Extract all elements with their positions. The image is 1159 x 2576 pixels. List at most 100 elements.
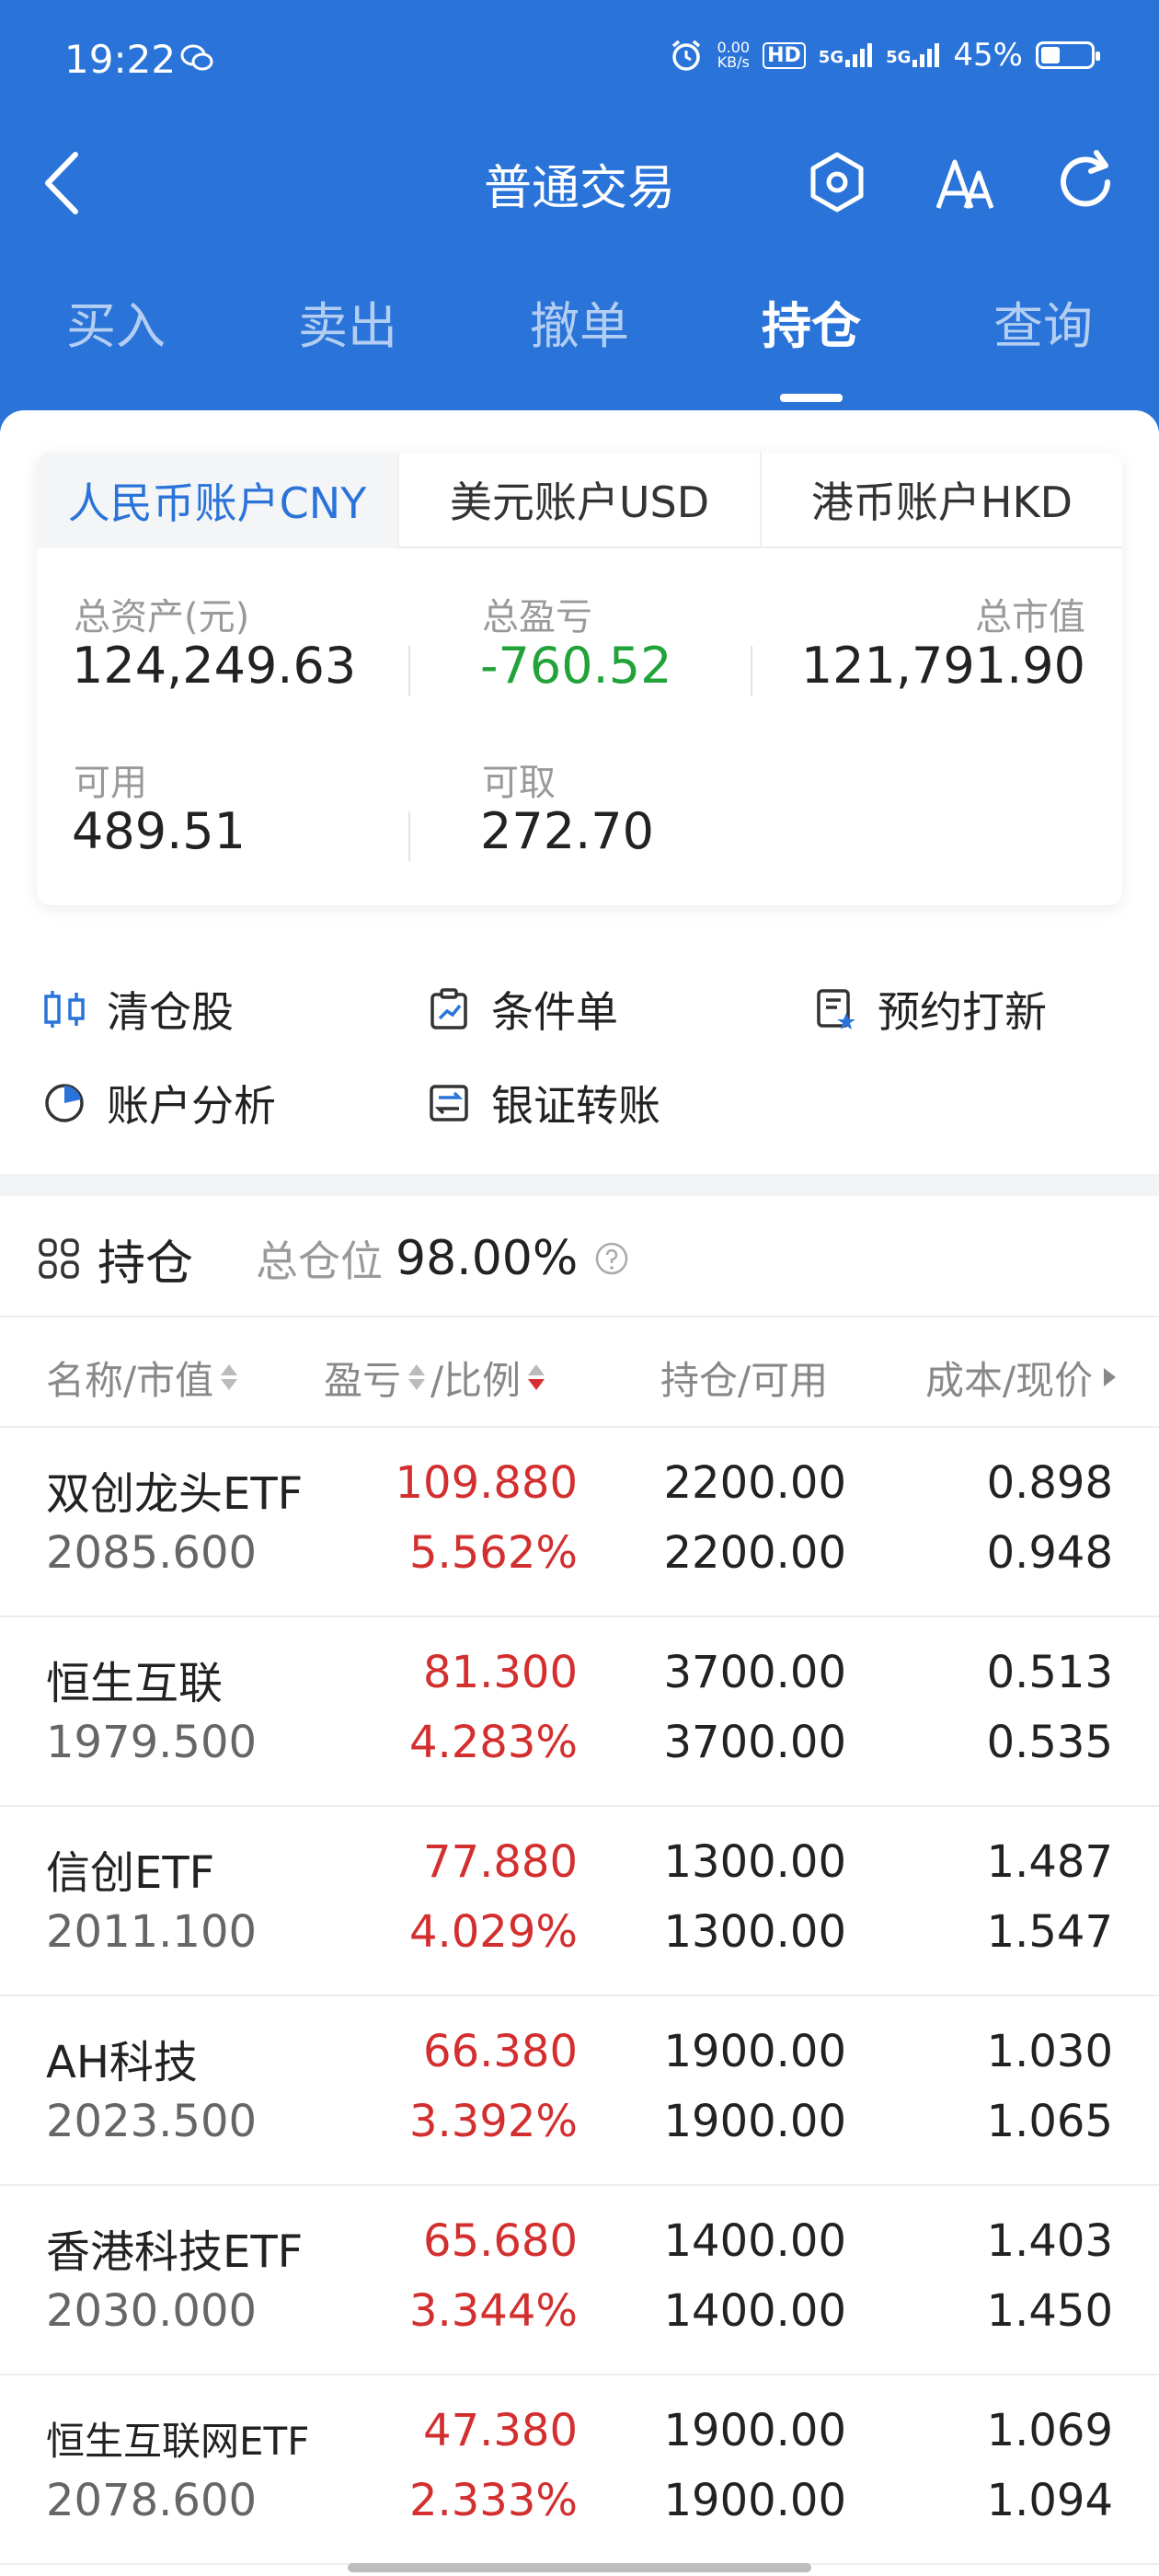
- pie-chart-icon: [45, 1084, 84, 1122]
- table-row[interactable]: 香港科技ETF 2030.000 65.680 3.344% 1400.00 1…: [0, 2186, 1159, 2375]
- sort-icon: [221, 1364, 238, 1390]
- col-header-pnl[interactable]: 盈亏 /比例: [324, 1345, 545, 1409]
- col-header-name[interactable]: 名称/市值: [46, 1345, 238, 1409]
- table-row[interactable]: 信创ETF 2011.100 77.880 4.029% 1300.00 130…: [0, 1807, 1159, 1996]
- holding-name: 恒生互联网ETF: [46, 2419, 310, 2464]
- divider: [408, 646, 410, 696]
- table-row[interactable]: 恒生互联网ETF 2078.600 47.380 2.333% 1900.00 …: [0, 2375, 1159, 2565]
- scroll-right-icon: [1104, 1368, 1117, 1386]
- divider: [0, 1316, 1159, 1317]
- holding-cost: 1.069: [986, 2405, 1113, 2456]
- signal-bars-icon: [912, 43, 940, 67]
- holding-market-value: 2011.100: [46, 1906, 258, 1958]
- bank-transfer-button[interactable]: 银证转账: [427, 1071, 660, 1135]
- help-icon[interactable]: [594, 1241, 629, 1276]
- divider: [751, 646, 752, 696]
- holding-pnl-ratio: 3.392%: [408, 2096, 578, 2147]
- settings-hexagon-icon[interactable]: [800, 145, 874, 219]
- available-value: 489.51: [72, 802, 246, 860]
- market-value-value: 121,791.90: [800, 637, 1085, 695]
- holding-available: 1900.00: [663, 2096, 847, 2147]
- account-tab-cny[interactable]: 人民币账户CNY: [37, 453, 397, 548]
- holding-price: 1.547: [986, 1906, 1113, 1958]
- holding-available: 2200.00: [663, 1527, 847, 1579]
- total-assets-label: 总资产(元): [74, 596, 250, 638]
- holding-price: 0.948: [986, 1527, 1113, 1579]
- sort-icon: [408, 1364, 426, 1390]
- holding-pnl: 77.880: [423, 1836, 578, 1888]
- account-analysis-label: 账户分析: [107, 1081, 276, 1131]
- holding-name: 双创龙头ETF: [46, 1468, 304, 1520]
- account-analysis-button[interactable]: 账户分析: [42, 1071, 276, 1135]
- holding-available: 1400.00: [663, 2285, 847, 2337]
- grid-icon: [39, 1238, 79, 1279]
- table-row[interactable]: AH科技 2023.500 66.380 3.392% 1900.00 1900…: [0, 1996, 1159, 2186]
- holding-pnl: 47.380: [423, 2405, 578, 2456]
- ipo-reserve-icon: [817, 989, 855, 1029]
- holding-pnl-ratio: 3.344%: [408, 2285, 578, 2337]
- hd-badge: HD: [763, 41, 806, 69]
- holding-cost: 0.513: [986, 1647, 1113, 1698]
- holding-market-value: 2085.600: [46, 1527, 258, 1579]
- col-header-position[interactable]: 持仓/可用: [660, 1345, 828, 1409]
- wechat-icon: [180, 44, 213, 71]
- table-row[interactable]: 恒生互联 1979.500 81.300 4.283% 3700.00 3700…: [0, 1617, 1159, 1807]
- font-size-icon[interactable]: [929, 145, 1003, 219]
- account-tab-hkd[interactable]: 港币账户HKD: [760, 453, 1122, 548]
- divider: [408, 811, 410, 861]
- signal-1: 5G: [819, 43, 873, 67]
- status-indicators: 0.00 KB/s HD 5G 5G 45%: [669, 37, 1100, 74]
- tab-sell[interactable]: 卖出: [232, 285, 464, 358]
- active-tab-indicator: [780, 394, 843, 402]
- holding-available: 3700.00: [663, 1717, 847, 1768]
- battery-percent: 45%: [953, 37, 1023, 74]
- tab-query[interactable]: 查询: [927, 285, 1159, 358]
- tab-holdings[interactable]: 持仓: [695, 285, 927, 358]
- holding-name: 信创ETF: [46, 1847, 215, 1899]
- conditional-order-button[interactable]: 条件单: [427, 977, 618, 1041]
- holding-name: 香港科技ETF: [46, 2226, 304, 2278]
- conditional-order-label: 条件单: [491, 987, 618, 1037]
- tab-cancel[interactable]: 撤单: [464, 285, 695, 358]
- sort-desc-active-icon: [528, 1364, 545, 1390]
- home-indicator[interactable]: [348, 2563, 811, 2572]
- status-bar: 19:22 0.00 KB/s HD 5G 5G 45%: [0, 0, 1159, 129]
- withdrawable-value: 272.70: [480, 802, 654, 860]
- holding-market-value: 2078.600: [46, 2475, 258, 2526]
- refresh-icon[interactable]: [1050, 145, 1124, 219]
- holding-price: 1.094: [986, 2475, 1113, 2526]
- account-summary-card: 人民币账户CNY 美元账户USD 港币账户HKD 总资产(元) 124,249.…: [37, 453, 1122, 905]
- status-time: 19:22: [64, 37, 177, 82]
- market-value-label: 总市值: [975, 596, 1085, 638]
- withdrawable-label: 可取: [482, 762, 556, 804]
- holding-cost: 1.030: [986, 2026, 1113, 2077]
- account-tab-usd[interactable]: 美元账户USD: [397, 453, 760, 548]
- col-header-cost[interactable]: 成本/现价: [925, 1345, 1117, 1409]
- holding-cost: 1.487: [986, 1836, 1113, 1888]
- total-assets-value: 124,249.63: [72, 637, 357, 695]
- transfer-icon: [430, 1085, 468, 1121]
- signal-2: 5G: [886, 43, 940, 67]
- holding-market-value: 2030.000: [46, 2285, 258, 2337]
- holding-available: 1300.00: [663, 1906, 847, 1958]
- ipo-reserve-label: 预约打新: [878, 987, 1047, 1037]
- ipo-reserve-button[interactable]: 预约打新: [813, 977, 1047, 1041]
- clear-position-label: 清仓股: [107, 987, 234, 1037]
- holdings-panel: 持仓 总仓位 98.00% 名称/市值 盈亏 /比例 持仓/可用 成本/现价 双…: [0, 1196, 1159, 2576]
- tab-buy[interactable]: 买入: [0, 285, 232, 358]
- holding-price: 1.450: [986, 2285, 1113, 2337]
- trade-tabs: 买入 卖出 撤单 持仓 查询: [0, 285, 1159, 402]
- network-speed: 0.00 KB/s: [717, 39, 751, 71]
- holding-pnl: 65.680: [423, 2215, 578, 2267]
- clear-position-icon: [44, 991, 85, 1028]
- clear-position-button[interactable]: 清仓股: [42, 977, 234, 1041]
- holdings-header: 持仓 总仓位 98.00%: [37, 1222, 629, 1295]
- holding-name: 恒生互联: [46, 1658, 224, 1709]
- holding-available: 1900.00: [663, 2475, 847, 2526]
- account-currency-tabs: 人民币账户CNY 美元账户USD 港币账户HKD: [37, 453, 1122, 548]
- holding-position: 1900.00: [663, 2405, 847, 2456]
- holding-price: 1.065: [986, 2096, 1113, 2147]
- holding-pnl: 109.880: [395, 1457, 579, 1509]
- table-row[interactable]: 双创龙头ETF 2085.600 109.880 5.562% 2200.00 …: [0, 1428, 1159, 1617]
- holding-name: AH科技: [46, 2037, 198, 2088]
